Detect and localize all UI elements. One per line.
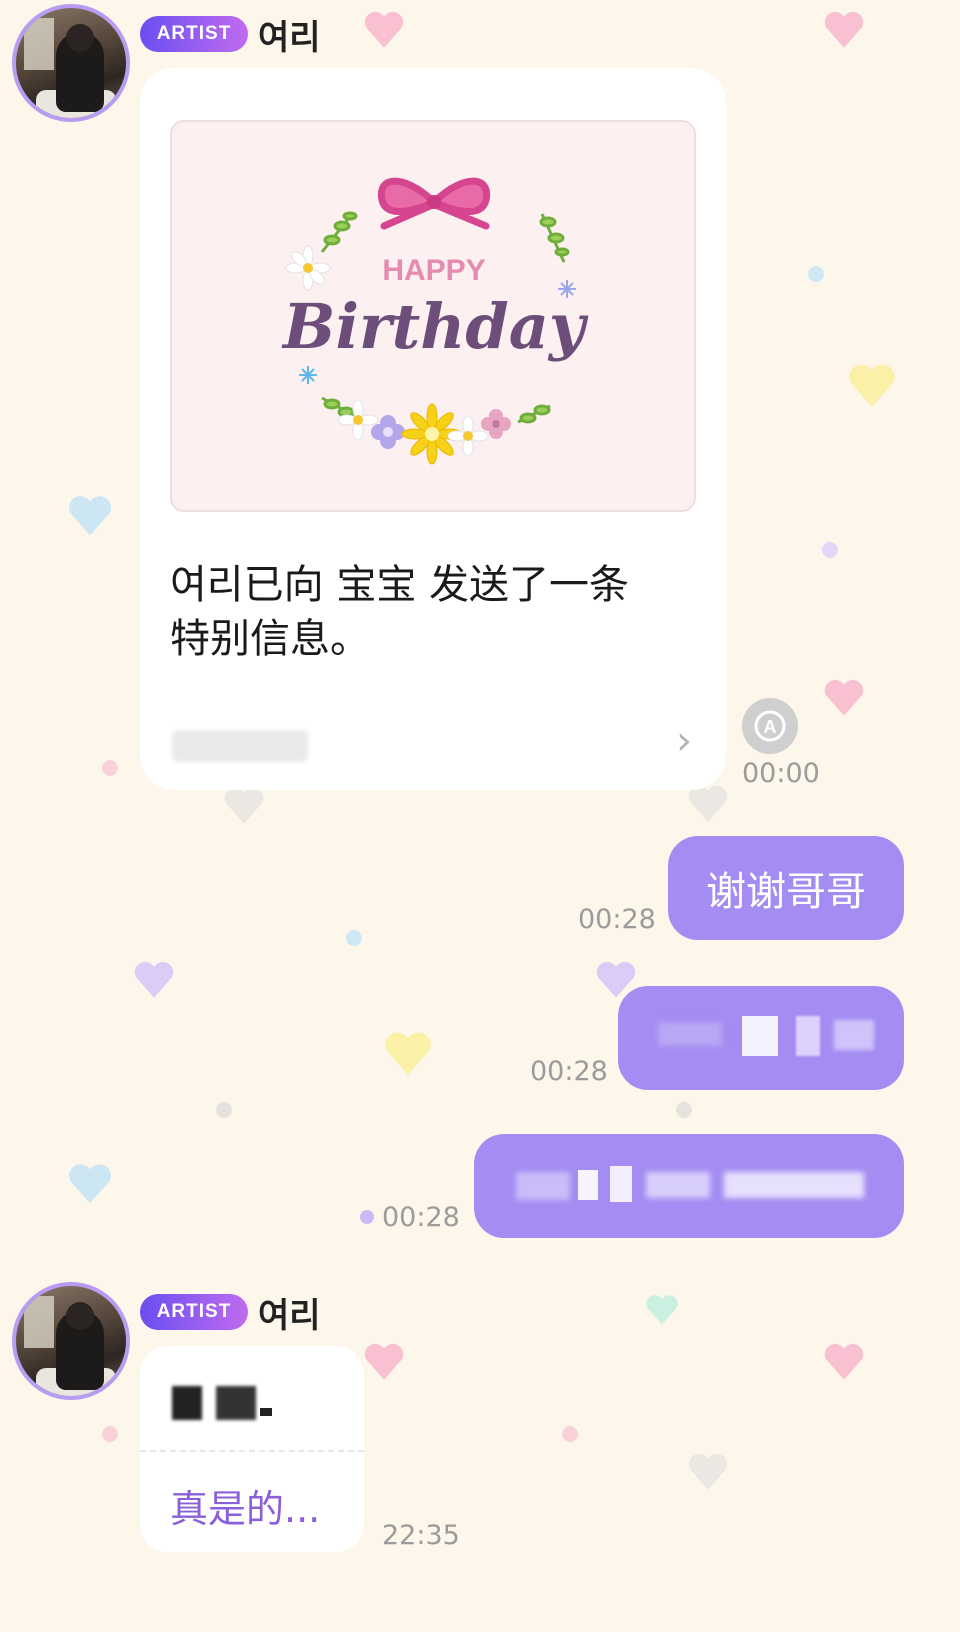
birthday-card-image: HAPPY Birthday [170,120,696,512]
heart-decoration-icon [646,1295,678,1325]
heart-decoration-icon [364,1343,404,1380]
message-time: 00:28 [578,904,656,935]
artist-badge: ARTIST [140,1294,248,1330]
dot-decoration [676,1102,692,1118]
heart-decoration-icon [364,11,404,48]
artist-avatar[interactable] [12,4,130,122]
card-message-line-1: 여리已向 宝宝 发送了一条 [170,562,630,608]
redacted-footer-text [172,730,308,762]
my-message-bubble-redacted[interactable] [618,986,904,1090]
artist-reply-bubble[interactable]: 真是的... [140,1346,364,1552]
my-message-bubble-redacted[interactable] [474,1134,904,1238]
dot-decoration [808,266,824,282]
message-time: 22:35 [382,1520,460,1551]
heart-decoration-icon [134,961,174,998]
heart-decoration-icon [385,1032,431,1075]
birthday-text: Birthday [281,290,589,363]
heart-decoration-icon [224,787,264,824]
redacted-original-text [216,1386,256,1420]
heart-decoration-icon [824,679,864,716]
translate-icon[interactable]: A [742,698,798,754]
dot-decoration [102,760,118,776]
dot-decoration [562,1426,578,1442]
sender-name: 여리 [258,18,321,58]
read-indicator [360,1210,374,1224]
dot-decoration [216,1102,232,1118]
redacted-original-text [172,1386,202,1420]
artist-badge: ARTIST [140,16,248,52]
heart-decoration-icon [69,1164,111,1204]
message-time: 00:28 [530,1056,608,1087]
happy-text: HAPPY [382,254,485,287]
reply-divider [140,1450,364,1452]
chevron-right-icon[interactable]: › [676,718,692,764]
card-message-line-2: 特别信息。 [170,616,370,662]
heart-decoration-icon [69,496,111,536]
dot-decoration [102,1426,118,1442]
message-time: 00:28 [382,1202,460,1233]
dot-decoration [822,542,838,558]
birthday-message-card[interactable]: HAPPY Birthday 여리已向 宝宝 发送了一条 特别信息。 › [140,68,726,790]
my-message-bubble[interactable]: 谢谢哥哥 [668,836,904,940]
translated-text: 真是的... [170,1487,321,1531]
heart-decoration-icon [824,1343,864,1380]
heart-decoration-icon [849,364,895,407]
birthday-wreath-illustration: HAPPY Birthday [281,177,589,465]
dot-decoration [346,930,362,946]
heart-decoration-icon [824,11,864,48]
artist-avatar[interactable] [12,1282,130,1400]
heart-decoration-icon [688,1453,728,1490]
message-time: 00:00 [742,758,820,789]
svg-text:A: A [764,717,777,737]
sender-name: 여리 [258,1296,321,1336]
